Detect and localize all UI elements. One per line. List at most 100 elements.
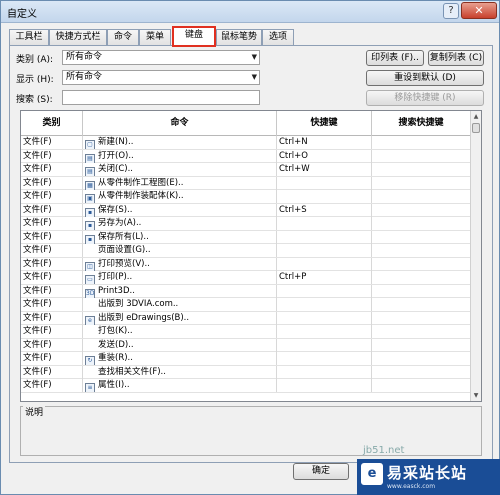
cell-shortcut[interactable] xyxy=(277,230,372,244)
column-header-category[interactable]: 类别 xyxy=(21,111,83,136)
cell-search-shortcut[interactable] xyxy=(372,230,471,244)
reset-defaults-button[interactable]: 重设到默认 (D) xyxy=(366,70,484,86)
cell-shortcut[interactable] xyxy=(277,311,372,325)
blank-icon xyxy=(85,325,95,335)
cell-search-shortcut[interactable] xyxy=(372,284,471,298)
category-select[interactable]: 所有命令 ▼ xyxy=(62,50,260,65)
tab-menus[interactable]: 菜单 xyxy=(139,29,171,45)
tab-toolbars[interactable]: 工具栏 xyxy=(9,29,49,45)
cell-shortcut[interactable] xyxy=(277,325,372,338)
cell-search-shortcut[interactable] xyxy=(372,244,471,257)
table-row[interactable]: 文件(F) ▪ 另存为(A).. xyxy=(21,217,471,231)
cell-search-shortcut[interactable] xyxy=(372,163,471,176)
cell-search-shortcut[interactable] xyxy=(372,176,471,190)
cell-category: 文件(F) xyxy=(21,365,83,379)
column-header-shortcut[interactable]: 快捷键 xyxy=(277,111,372,136)
help-button[interactable]: ? xyxy=(443,3,459,19)
table-row[interactable]: 文件(F) ▤ 打开(O).. Ctrl+O xyxy=(21,149,471,163)
cell-search-shortcut[interactable] xyxy=(372,136,471,149)
cell-search-shortcut[interactable] xyxy=(372,379,471,392)
copy-list-button[interactable]: 复制列表 (C) xyxy=(428,50,484,66)
show-select[interactable]: 所有命令 ▼ xyxy=(62,70,260,85)
table-row[interactable]: 文件(F) ▣ 从零件制作装配体(K).. xyxy=(21,190,471,204)
column-header-command[interactable]: 命令 xyxy=(83,111,277,136)
tab-options[interactable]: 选项 xyxy=(262,29,294,45)
remove-shortcut-button[interactable]: 移除快捷键 (R) xyxy=(366,90,484,106)
table-row[interactable]: 文件(F) ▤ 关闭(C).. Ctrl+W xyxy=(21,163,471,177)
cell-shortcut[interactable]: Ctrl+P xyxy=(277,271,372,284)
table-row[interactable]: 文件(F) ↻ 重装(R).. xyxy=(21,352,471,366)
table-row[interactable]: 文件(F) 出版到 3DVIA.com.. xyxy=(21,298,471,312)
cell-category: 文件(F) xyxy=(21,325,83,338)
cell-category: 文件(F) xyxy=(21,338,83,352)
print-list-button[interactable]: 印列表 (F).. xyxy=(366,50,424,66)
scroll-up-icon[interactable]: ▲ xyxy=(471,111,481,122)
search-input[interactable] xyxy=(62,90,260,105)
table-row[interactable]: 文件(F) e 出版到 eDrawings(B).. xyxy=(21,311,471,325)
cell-shortcut[interactable] xyxy=(277,365,372,379)
cell-search-shortcut[interactable] xyxy=(372,203,471,217)
cell-shortcut[interactable] xyxy=(277,298,372,311)
cell-search-shortcut[interactable] xyxy=(372,217,471,230)
watermark-brand: 易采站长站 xyxy=(387,464,468,482)
cell-command: ↻ 重装(R).. xyxy=(83,352,277,365)
cell-shortcut[interactable] xyxy=(277,284,372,298)
cell-shortcut[interactable]: Ctrl+S xyxy=(277,203,372,217)
cell-search-shortcut[interactable] xyxy=(372,149,471,163)
table-row[interactable]: 文件(F) 页面设置(G).. xyxy=(21,244,471,258)
cell-search-shortcut[interactable] xyxy=(372,190,471,203)
cell-shortcut[interactable] xyxy=(277,244,372,257)
table-row[interactable]: 文件(F) ▪ 保存(S).. Ctrl+S xyxy=(21,203,471,217)
cell-search-shortcut[interactable] xyxy=(372,257,471,271)
tab-shortcut-bar[interactable]: 快捷方式栏 xyxy=(49,29,107,45)
vertical-scrollbar[interactable]: ▲ ▼ xyxy=(470,111,481,401)
tab-keyboard[interactable]: 键盘 xyxy=(172,26,216,47)
table-row[interactable]: 文件(F) ≡ 属性(I).. xyxy=(21,379,471,393)
cell-category: 文件(F) xyxy=(21,284,83,298)
keyboard-panel: 类别 (A): 所有命令 ▼ 显示 (H): 所有命令 ▼ 搜索 (S): 印列… xyxy=(9,45,493,463)
cell-search-shortcut[interactable] xyxy=(372,311,471,325)
cell-shortcut[interactable] xyxy=(277,338,372,352)
tab-commands[interactable]: 命令 xyxy=(107,29,139,45)
table-row[interactable]: 文件(F) ▢ 新建(N).. Ctrl+N xyxy=(21,136,471,150)
cell-shortcut[interactable] xyxy=(277,352,372,365)
table-row[interactable]: 文件(F) ▭ 打印(P).. Ctrl+P xyxy=(21,271,471,285)
table-row[interactable]: 文件(F) 3D Print3D.. xyxy=(21,284,471,298)
show-value: 所有命令 xyxy=(66,72,103,82)
cell-search-shortcut[interactable] xyxy=(372,271,471,284)
table-row[interactable]: 文件(F) 查找相关文件(F).. xyxy=(21,365,471,379)
cell-shortcut[interactable] xyxy=(277,190,372,203)
cell-shortcut[interactable] xyxy=(277,257,372,271)
tab-mouse-gestures[interactable]: 鼠标笔势 xyxy=(216,29,262,45)
command-label: 页面设置(G).. xyxy=(98,245,151,255)
cell-command: 出版到 3DVIA.com.. xyxy=(83,298,277,311)
table-row[interactable]: 文件(F) ◫ 打印预览(V).. xyxy=(21,257,471,271)
cell-shortcut[interactable]: Ctrl+O xyxy=(277,149,372,163)
table-row[interactable]: 文件(F) ▦ 从零件制作工程图(E).. xyxy=(21,176,471,190)
cell-shortcut[interactable] xyxy=(277,217,372,230)
scroll-down-icon[interactable]: ▼ xyxy=(471,390,481,401)
blank-icon xyxy=(85,298,95,308)
cell-category: 文件(F) xyxy=(21,257,83,271)
command-label: 发送(D).. xyxy=(98,339,134,350)
chevron-down-icon: ▼ xyxy=(251,53,257,61)
scroll-thumb[interactable] xyxy=(472,123,480,133)
cell-search-shortcut[interactable] xyxy=(372,338,471,352)
cell-search-shortcut[interactable] xyxy=(372,365,471,379)
column-header-search-shortcut[interactable]: 搜索快捷键 xyxy=(372,111,471,136)
ok-button[interactable]: 确定 xyxy=(293,463,349,480)
cell-shortcut[interactable] xyxy=(277,176,372,190)
cell-category: 文件(F) xyxy=(21,176,83,190)
cell-search-shortcut[interactable] xyxy=(372,298,471,311)
open-folder-icon: ▤ xyxy=(85,153,95,163)
cell-search-shortcut[interactable] xyxy=(372,352,471,365)
close-button[interactable]: ✕ xyxy=(461,2,497,19)
cell-shortcut[interactable]: Ctrl+N xyxy=(277,136,372,149)
cell-shortcut[interactable] xyxy=(277,379,372,392)
table-row[interactable]: 文件(F) ▪ 保存所有(L).. xyxy=(21,230,471,244)
table-row[interactable]: 文件(F) 打包(K).. xyxy=(21,325,471,339)
cell-search-shortcut[interactable] xyxy=(372,325,471,338)
table-row[interactable]: 文件(F) 发送(D).. xyxy=(21,338,471,352)
cell-command: ▪ 保存所有(L).. xyxy=(83,230,277,244)
cell-shortcut[interactable]: Ctrl+W xyxy=(277,163,372,176)
